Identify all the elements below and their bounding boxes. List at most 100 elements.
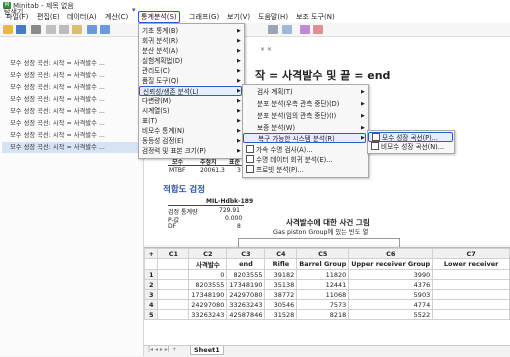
cell[interactable]: 11068 (296, 289, 350, 300)
explorer-item[interactable]: 모수 성장 곡선: 시작 = 사격발수 ... (2, 94, 141, 105)
column-name[interactable] (157, 258, 190, 270)
column-id[interactable]: C3 (226, 248, 266, 259)
row-number[interactable]: 5 (143, 309, 159, 320)
cell[interactable] (432, 279, 510, 290)
menu-stat[interactable]: 통계분석(S) (138, 11, 180, 23)
scatter-icon[interactable] (300, 25, 310, 34)
menu-item-life-regression[interactable]: 수명 데이터 회귀 분석(E)... (243, 155, 367, 165)
menu-item-anova[interactable]: 분산 분석(A) (139, 46, 243, 56)
column-id[interactable]: C2 (188, 248, 228, 259)
cell[interactable]: 5522 (348, 309, 434, 320)
sheet-nav-arrows[interactable]: |◂ ◂ ▸ ▸| + (148, 346, 177, 353)
cell[interactable]: 7573 (296, 299, 350, 310)
explorer-item-selected[interactable]: 모수 성장 곡선: 시작 = 사격발수 ... (2, 142, 141, 153)
menu-help[interactable]: 도움말(H) (256, 12, 290, 22)
cell[interactable]: 33263243 (226, 299, 266, 310)
corner-cell[interactable]: + (143, 248, 159, 259)
explorer-item[interactable]: 모수 성장 곡선: 시작 = 사격발수 ... (2, 118, 141, 129)
cell[interactable] (432, 309, 510, 320)
print-icon[interactable] (31, 25, 41, 34)
cell[interactable]: 8203555 (226, 269, 266, 280)
cell[interactable]: 5903 (348, 289, 434, 300)
menu-item-reliability[interactable]: 신뢰성/생존 분석(L) (139, 86, 242, 96)
explorer-item[interactable]: 모수 성장 곡선: 시작 = 사격발수 ... (2, 82, 141, 93)
cell[interactable]: 4774 (348, 299, 434, 310)
column-id[interactable]: C6 (348, 248, 434, 259)
menu-item-probit[interactable]: 프로빗 분석(P)... (243, 165, 367, 175)
menu-edit[interactable]: 편집(E) (35, 12, 62, 22)
menu-item-basic-stats[interactable]: 기초 통계(B) (139, 26, 243, 36)
menu-item-nonparametrics[interactable]: 비모수 통계(N) (139, 126, 243, 136)
paste-icon[interactable] (72, 25, 82, 34)
undo-icon[interactable] (87, 25, 97, 34)
cell[interactable]: 30546 (264, 299, 298, 310)
menu-item-multivariate[interactable]: 다변량(M) (139, 96, 243, 106)
column-id[interactable]: C7 (432, 248, 510, 259)
cell[interactable] (157, 289, 190, 300)
cell[interactable] (432, 289, 510, 300)
redo-icon[interactable] (100, 25, 110, 34)
menu-assistant[interactable]: 보조 도구(N) (294, 12, 337, 22)
menu-item-test-plans[interactable]: 검사 계획(T) (243, 87, 367, 97)
row-number[interactable]: 4 (143, 299, 159, 310)
tab-close-icon[interactable]: × × (260, 46, 272, 53)
cell[interactable]: 4376 (348, 279, 434, 290)
menu-item-repairable[interactable]: 복구 가능한 시스템 분석(R) (243, 133, 366, 143)
cell[interactable]: 17348190 (226, 279, 266, 290)
column-id[interactable]: C1 (157, 248, 190, 259)
cell[interactable]: 33263243 (188, 309, 228, 320)
save-icon[interactable] (16, 25, 26, 34)
menu-item-regression[interactable]: 회귀 분석(R) (139, 36, 243, 46)
menu-item-quality-tools[interactable]: 품질 도구(Q) (139, 76, 243, 86)
cell[interactable] (432, 269, 510, 280)
menu-item-accelerated-life[interactable]: 가속 수명 검사(A)... (243, 145, 367, 155)
cell[interactable]: 31528 (264, 309, 298, 320)
menu-item-control-charts[interactable]: 관리도(C) (139, 66, 243, 76)
cell[interactable]: 0 (188, 269, 228, 280)
cell[interactable]: 24297080 (188, 299, 228, 310)
row-number[interactable]: 2 (143, 279, 159, 290)
menu-item-parametric-growth[interactable]: 모수 성장 곡선(P)... (368, 132, 453, 142)
column-name[interactable]: end (226, 258, 266, 270)
copy-icon[interactable] (59, 25, 69, 34)
cell[interactable]: 42587846 (226, 309, 266, 320)
menu-item-tables[interactable]: 표(T) (139, 116, 243, 126)
chart-icon[interactable] (282, 25, 292, 34)
menu-item-power[interactable]: 검정력 및 표본 크기(P) (139, 146, 243, 156)
explorer-item[interactable]: 모수 성장 곡선: 시작 = 사격발수 ... (2, 70, 141, 81)
column-name[interactable]: 사격발수 (188, 258, 228, 270)
menu-view[interactable]: 보기(V) (225, 12, 252, 22)
graph-icon[interactable] (268, 25, 278, 34)
cell[interactable]: 3990 (348, 269, 434, 280)
cut-icon[interactable] (46, 25, 56, 34)
open-icon[interactable] (3, 25, 13, 34)
cell[interactable]: 17348190 (188, 289, 228, 300)
explorer-item[interactable]: 모수 성장 곡선: 시작 = 사격발수 ... (2, 130, 141, 141)
menu-item-doe[interactable]: 실험계획법(D) (139, 56, 243, 66)
cell[interactable] (157, 269, 190, 280)
menu-graph[interactable]: 그래프(G) (187, 12, 221, 22)
menu-data[interactable]: 데이터(A) (65, 12, 99, 22)
column-name[interactable]: Upper receiver Group (348, 258, 434, 270)
cell[interactable]: 24297080 (226, 289, 266, 300)
column-name[interactable]: Rifle (264, 258, 298, 270)
menu-item-equivalence[interactable]: 동등성 검정(E) (139, 136, 243, 146)
cell[interactable] (157, 309, 190, 320)
menu-item-time-series[interactable]: 시계열(S) (139, 106, 243, 116)
cell[interactable]: 39182 (264, 269, 298, 280)
row-number[interactable]: 1 (143, 269, 159, 280)
menu-item-warranty[interactable]: 보증 분석(W) (243, 123, 367, 133)
cell[interactable]: 8218 (296, 309, 350, 320)
menu-item-nonparametric-growth[interactable]: 비모수 성장 곡선(N)... (368, 142, 453, 152)
cell[interactable] (157, 279, 190, 290)
sheet-tab[interactable]: Sheet1 (190, 346, 224, 355)
cell[interactable]: 11820 (296, 269, 350, 280)
cell[interactable] (432, 299, 510, 310)
chevron-down-icon[interactable]: ▾ (132, 6, 136, 14)
column-id[interactable]: C4 (264, 248, 298, 259)
row-number[interactable]: 3 (143, 289, 159, 300)
cell[interactable]: 12441 (296, 279, 350, 290)
menu-item-dist-arbitrary-censor[interactable]: 분포 분석(임의 관측 중단)(I) (243, 111, 367, 121)
explorer-item[interactable]: 모수 성장 곡선: 시작 = 사격발수 ... (2, 58, 141, 69)
pencil-icon[interactable] (313, 25, 323, 34)
